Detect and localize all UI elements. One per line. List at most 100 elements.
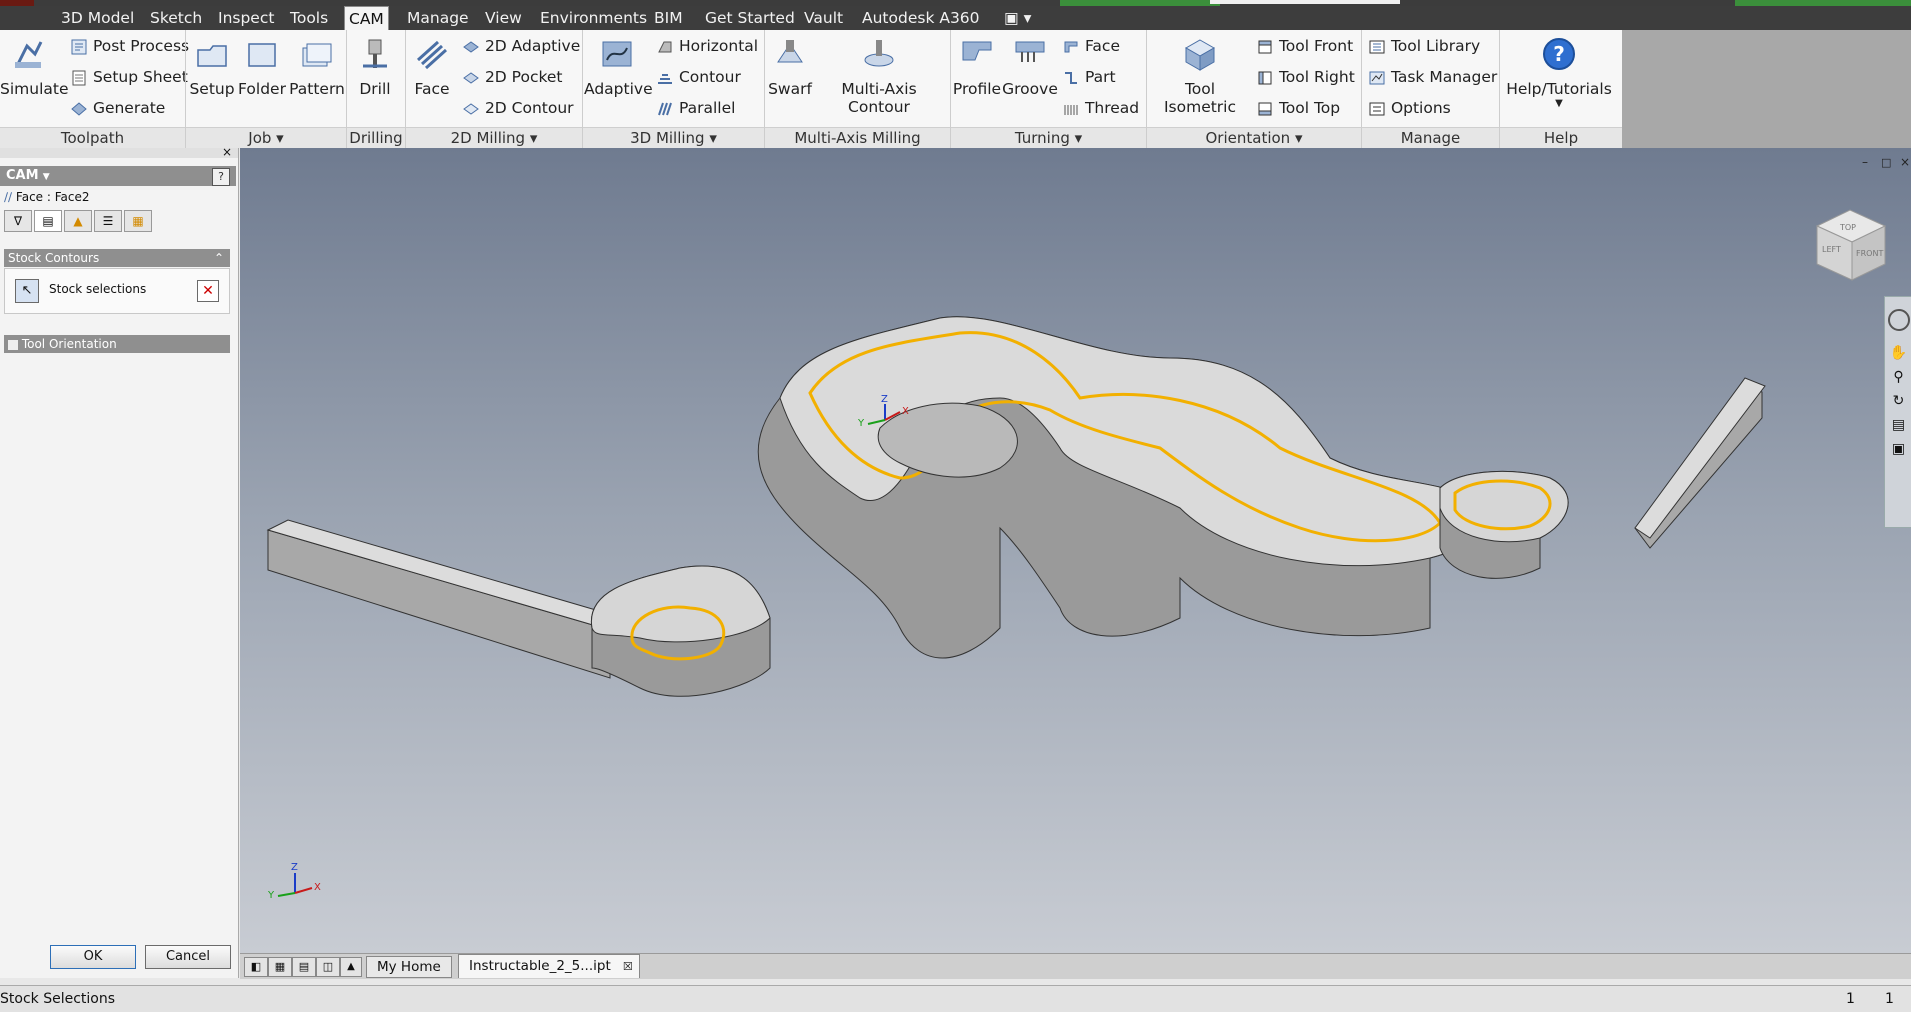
breadcrumb: ∕∕ Face : Face2 (4, 190, 90, 204)
graphics-viewport[interactable]: Z X Y Z X Y TOP LEFT FRONT – □ × ✋ ⚲ ↻ ▤… (240, 148, 1911, 953)
tool-isometric-button[interactable]: Tool Isometric (1148, 36, 1252, 116)
close-tab-icon[interactable]: ☒ (623, 955, 633, 978)
collapse-icon[interactable]: ⌃ (214, 249, 224, 267)
tab-vault[interactable]: Vault (800, 6, 847, 30)
adaptive-button[interactable]: Adaptive (584, 36, 653, 98)
setup-sheet-button[interactable]: Setup Sheet (70, 68, 188, 87)
swarf-icon (777, 40, 803, 63)
thread-button[interactable]: Thread (1062, 99, 1139, 118)
setup-button[interactable]: Setup (188, 36, 236, 98)
tab-tools[interactable]: Tools (286, 6, 332, 30)
geometry-tab-icon[interactable]: ▤ (34, 210, 62, 232)
tile-horizontal-icon[interactable]: ▤ (292, 957, 316, 977)
post-process-button[interactable]: Post Process (70, 37, 189, 56)
tab-bim[interactable]: BIM (650, 6, 687, 30)
contour-button[interactable]: Contour (656, 68, 741, 87)
pattern-icon (302, 43, 332, 67)
ok-button[interactable]: OK (50, 945, 136, 969)
parallel-button[interactable]: Parallel (656, 99, 735, 118)
stock-selections-row: ↖ Stock selections ✕ (4, 268, 230, 314)
help-tutorials-button[interactable]: ? Help/Tutorials ▼ (1504, 36, 1614, 109)
minimize-icon[interactable]: – (1862, 155, 1868, 169)
tool-tab-icon[interactable]: ∇ (4, 210, 32, 232)
tab-document[interactable]: Instructable_2_5...ipt ☒ (458, 954, 640, 978)
groove-button[interactable]: Groove (1002, 36, 1058, 98)
help-icon[interactable]: ? (212, 168, 230, 186)
swarf-button[interactable]: Swarf (766, 36, 814, 98)
tab-get-started[interactable]: Get Started (701, 6, 799, 30)
turning-face-button[interactable]: Face (1062, 37, 1120, 56)
pattern-button[interactable]: Pattern (288, 36, 346, 98)
look-at-icon[interactable]: ▤ (1885, 417, 1911, 433)
orbit-icon[interactable]: ↻ (1885, 393, 1911, 409)
options-button[interactable]: Options (1368, 99, 1451, 118)
profile-button[interactable]: Profile (952, 36, 1002, 98)
folder-button[interactable]: Folder (236, 36, 288, 98)
linking-tab-icon[interactable]: ▦ (124, 210, 152, 232)
horizontal-button[interactable]: Horizontal (656, 37, 758, 56)
panel-label-2d-milling[interactable]: 2D Milling ▾ (406, 127, 582, 149)
close-icon[interactable]: × (1900, 155, 1910, 169)
tab-environments[interactable]: Environments (536, 6, 651, 30)
tab-3d-model[interactable]: 3D Model (57, 6, 138, 30)
stock-contours-header[interactable]: Stock Contours ⌃ (4, 249, 230, 267)
tile-windows-icon[interactable]: ▦ (268, 957, 292, 977)
tab-view[interactable]: View (481, 6, 526, 30)
chevron-down-icon[interactable]: ▼ (43, 172, 50, 182)
tool-orientation-section[interactable]: Tool Orientation (4, 335, 230, 353)
panel-label-3d-milling[interactable]: 3D Milling ▾ (583, 127, 764, 149)
stock-selections-label[interactable]: Stock selections (49, 282, 146, 296)
part-button[interactable]: Part (1062, 68, 1116, 87)
panel-label-help: Help (1500, 127, 1622, 149)
heights-tab-icon[interactable]: ▲ (64, 210, 92, 232)
horizontal-icon (658, 41, 672, 52)
cursor-icon[interactable]: ↖ (15, 279, 39, 303)
pan-icon[interactable]: ✋ (1885, 345, 1911, 361)
tab-my-home[interactable]: My Home (366, 956, 452, 978)
view-face-icon[interactable]: ▣ (1885, 441, 1911, 457)
2d-adaptive-button[interactable]: 2D Adaptive (462, 37, 580, 56)
panel-label-orientation[interactable]: Orientation ▾ (1147, 127, 1361, 149)
panel-header: CAM ▼ ? (0, 166, 236, 186)
simulate-button[interactable]: Simulate (0, 36, 69, 98)
status-text: Stock Selections (0, 991, 116, 1007)
generate-icon (71, 101, 87, 116)
corner-y-label: Y (267, 890, 275, 901)
face-icon: ∕∕ (4, 190, 13, 204)
viewcube[interactable]: TOP LEFT FRONT (1815, 209, 1887, 281)
face-button[interactable]: Face (408, 36, 456, 98)
tab-autodesk-a360[interactable]: Autodesk A360 (858, 6, 984, 30)
panel-label-turning[interactable]: Turning ▾ (951, 127, 1146, 149)
zoom-icon[interactable]: ⚲ (1885, 369, 1911, 385)
model-canvas[interactable]: Z X Y Z X Y TOP LEFT FRONT – □ × (240, 148, 1911, 953)
steering-wheel-icon[interactable] (1887, 309, 1910, 331)
restore-icon[interactable]: □ (1881, 156, 1891, 169)
ribbon: Simulate Post Process Setup Sheet Genera… (0, 30, 1622, 149)
drill-button[interactable]: Drill (350, 36, 400, 98)
passes-tab-icon[interactable]: ☰ (94, 210, 122, 232)
tab-manage[interactable]: Manage (403, 6, 473, 30)
tab-cam[interactable]: CAM (344, 6, 389, 31)
camera-icon[interactable]: ▣ ▾ (1000, 6, 1035, 30)
clear-selection-icon[interactable]: ✕ (197, 280, 219, 302)
panel-label-job[interactable]: Job ▾ (186, 127, 346, 149)
close-panel-icon[interactable]: × (222, 145, 232, 159)
2d-pocket-button[interactable]: 2D Pocket (462, 68, 563, 87)
viewcube-front-label: FRONT (1856, 249, 1883, 258)
multi-axis-contour-button[interactable]: Multi-Axis Contour (814, 36, 944, 116)
task-manager-button[interactable]: Task Manager (1368, 68, 1497, 87)
tile-vertical-icon[interactable]: ◫ (316, 957, 340, 977)
tab-sketch[interactable]: Sketch (146, 6, 206, 30)
generate-button[interactable]: Generate (70, 99, 165, 118)
tool-front-button[interactable]: Tool Front (1256, 37, 1353, 56)
tool-top-button[interactable]: Tool Top (1256, 99, 1340, 118)
cascade-windows-icon[interactable]: ◧ (244, 957, 268, 977)
tool-library-button[interactable]: Tool Library (1368, 37, 1480, 56)
arrow-up-icon[interactable]: ▲ (340, 957, 362, 977)
2d-contour-button[interactable]: 2D Contour (462, 99, 574, 118)
tab-inspect[interactable]: Inspect (214, 6, 278, 30)
tool-right-button[interactable]: Tool Right (1256, 68, 1355, 87)
panel-title[interactable]: CAM (6, 168, 39, 183)
checkbox[interactable] (8, 339, 18, 350)
cancel-button[interactable]: Cancel (145, 945, 231, 969)
